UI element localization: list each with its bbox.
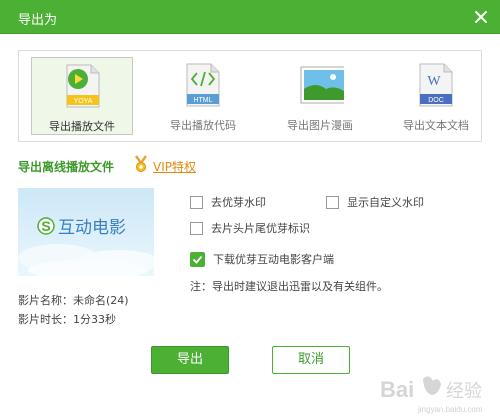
option-label: 去优芽水印 [211,196,266,209]
format-icon-text: DOC [428,97,444,104]
export-button[interactable]: 导出 [151,346,229,374]
format-label: 导出图片漫画 [287,119,353,132]
checkbox[interactable] [190,195,203,209]
image-comic-icon [300,66,344,104]
format-image-comic[interactable]: 导出图片漫画 [269,57,371,135]
format-icon-letter: W [427,74,441,89]
option-label: 显示自定义水印 [347,196,424,209]
option-label: 去片头片尾优芽标识 [211,222,310,235]
format-text-doc[interactable]: W DOC 导出文本文档 [385,57,487,135]
watermark-url: jingyan.baidu.com [417,405,483,414]
option-remove-head-tail[interactable]: 去片头片尾优芽标识 [190,220,310,236]
vip-link[interactable]: VIP特权 [153,158,196,175]
format-play-code[interactable]: HTML 导出播放代码 [152,57,254,135]
option-remove-watermark[interactable]: 去优芽水印 [190,194,266,210]
format-label: 导出播放文件 [49,120,115,133]
checkbox[interactable] [190,221,203,235]
checkbox[interactable] [326,195,339,209]
format-play-file[interactable]: YOYA 导出播放文件 [31,57,133,135]
option-custom-watermark[interactable]: 显示自定义水印 [326,194,424,210]
watermark-text: Bai [380,377,414,402]
movie-name: 影片名称：未命名(24) [18,294,129,307]
close-icon[interactable] [470,6,492,28]
format-label: 导出播放代码 [170,119,236,132]
movie-preview-thumbnail: S 互动电影 [18,188,154,276]
vip-badge-icon[interactable] [133,155,149,173]
movie-duration: 影片时长：1分33秒 [18,313,116,326]
format-icon-text: HTML [193,97,212,104]
cancel-button[interactable]: 取消 [272,346,350,374]
option-label: 下载优芽互动电影客户端 [213,253,334,266]
option-download-client[interactable]: 下载优芽互动电影客户端 [190,251,334,267]
title-bar: 导出为 [0,0,500,34]
word-doc-icon: W DOC [419,63,453,107]
watermark-text-2: 经验 [446,381,482,402]
html-code-file-icon: HTML [186,63,220,107]
export-note: 注：导出时建议退出迅雷以及有关组件。 [190,280,388,293]
baidu-jingyan-watermark: Bai 经验 jingyan.baidu.com [380,376,483,414]
format-label: 导出文本文档 [403,119,469,132]
logo-letter: S [41,218,50,234]
preview-logo-text: 互动电影 [58,218,126,238]
checkbox-checked-icon[interactable] [190,251,205,267]
yoya-play-file-icon: YOYA [66,64,100,108]
export-format-panel: YOYA 导出播放文件 HTML 导出播放代码 导出图片漫画 W DOC 导出文… [18,50,482,142]
section-title: 导出离线播放文件 [18,160,115,174]
format-icon-text: YOYA [74,98,93,105]
window-title: 导出为 [18,13,58,28]
